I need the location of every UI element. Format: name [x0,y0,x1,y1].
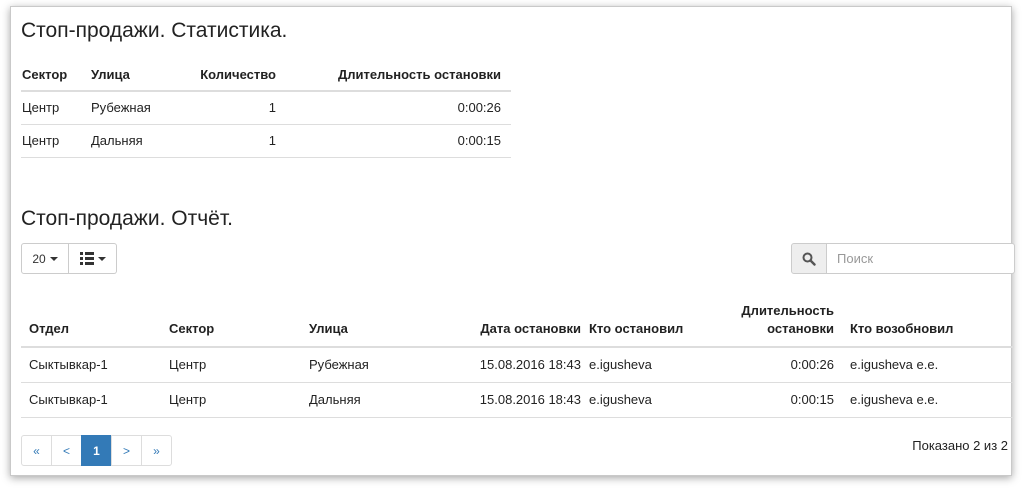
stats-cell-street: Дальняя [81,124,181,158]
stats-cell-count: 1 [181,91,276,125]
stats-cell-duration: 0:00:15 [276,124,511,158]
report-table: Отдел Сектор Улица Дата остановки Кто ос… [21,297,1014,418]
report-cell-stop-date: 15.08.2016 18:43 [441,347,581,383]
pagination-next-button[interactable]: > [111,435,142,466]
report-cell-stopped-by: e.igusheva [581,347,711,383]
report-col-stop-date[interactable]: Дата остановки [441,297,581,348]
report-col-department[interactable]: Отдел [21,297,161,348]
pagination-summary: Показано 2 из 2 [912,438,1008,453]
chevron-down-icon [49,256,58,261]
report-cell-street: Рубежная [301,347,441,383]
report-col-resumed-by[interactable]: Кто возобновил [836,297,1014,348]
app-window: Стоп-продажи. Статистика. Сектор Улица К… [10,6,1015,476]
report-cell-resumed-by: e.igusheva e.e. [836,347,1014,383]
pagination-first-button[interactable]: « [21,435,52,466]
table-row: Сыктывкар-1 Центр Дальняя 15.08.2016 18:… [21,382,1014,418]
list-icon [79,252,94,265]
report-header-row: Отдел Сектор Улица Дата остановки Кто ос… [21,297,1014,348]
stats-title: Стоп-продажи. Статистика. [21,19,288,42]
report-col-sector[interactable]: Сектор [161,297,301,348]
report-cell-duration: 0:00:15 [711,382,836,418]
pagination: « < 1 > » [21,435,172,466]
report-col-street[interactable]: Улица [301,297,441,348]
page-size-dropdown[interactable]: 20 [21,243,69,274]
pagination-page-1[interactable]: 1 [81,435,112,466]
pagination-prev-button[interactable]: < [51,435,82,466]
stats-cell-count: 1 [181,124,276,158]
stats-col-street: Улица [81,67,181,92]
report-toolbar: 20 [21,243,117,274]
report-col-duration[interactable]: Длительность остановки [711,297,836,348]
report-col-stopped-by[interactable]: Кто остановил [581,297,711,348]
report-cell-department: Сыктывкар-1 [21,382,161,418]
stats-col-duration: Длительность остановки [276,67,511,92]
report-cell-stopped-by: e.igusheva [581,382,711,418]
stats-header-row: Сектор Улица Количество Длительность ост… [21,67,511,92]
report-cell-sector: Центр [161,382,301,418]
report-cell-street: Дальняя [301,382,441,418]
stats-cell-street: Рубежная [81,91,181,125]
search-input[interactable] [827,243,1015,274]
report-cell-stop-date: 15.08.2016 18:43 [441,382,581,418]
stats-col-sector: Сектор [21,67,81,92]
pagination-last-button[interactable]: » [141,435,172,466]
stats-cell-sector: Центр [21,124,81,158]
columns-dropdown[interactable] [69,243,117,274]
stats-col-count: Количество [181,67,276,92]
report-cell-sector: Центр [161,347,301,383]
search-icon[interactable] [791,243,827,274]
stats-cell-duration: 0:00:26 [276,91,511,125]
report-cell-resumed-by: e.igusheva e.e. [836,382,1014,418]
table-row: Центр Рубежная 1 0:00:26 [21,91,511,125]
stats-cell-sector: Центр [21,91,81,125]
stats-table: Сектор Улица Количество Длительность ост… [21,67,511,158]
table-row: Сыктывкар-1 Центр Рубежная 15.08.2016 18… [21,347,1014,383]
chevron-down-icon [97,256,106,261]
page-size-value: 20 [32,251,46,266]
search-group [791,243,1015,274]
report-cell-duration: 0:00:26 [711,347,836,383]
report-cell-department: Сыктывкар-1 [21,347,161,383]
table-row: Центр Дальняя 1 0:00:15 [21,124,511,158]
report-title: Стоп-продажи. Отчёт. [21,207,233,230]
